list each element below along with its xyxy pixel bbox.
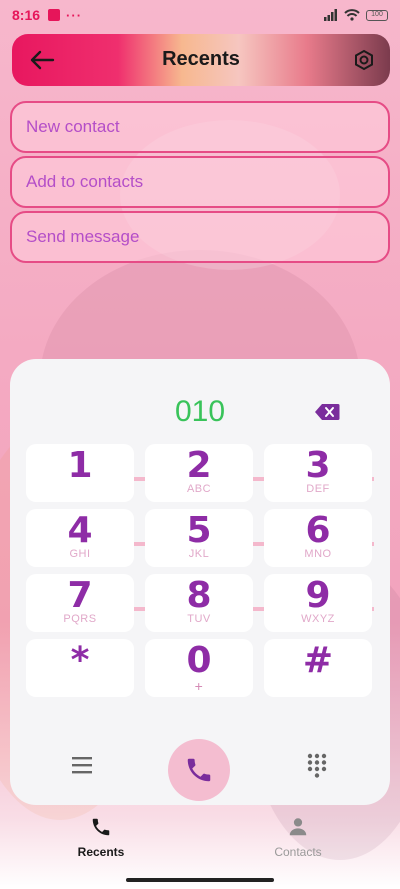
menu-icon <box>72 757 92 774</box>
person-icon <box>289 818 307 836</box>
key-letters: GHI <box>69 548 91 560</box>
new-contact-label: New contact <box>26 117 120 136</box>
key-digit: 8 <box>186 575 212 616</box>
send-message-label: Send message <box>26 227 140 246</box>
key-9[interactable]: 9 WXYZ <box>264 574 372 632</box>
key-7[interactable]: 7 PQRS <box>26 574 134 632</box>
new-contact-button[interactable]: New contact <box>10 101 390 153</box>
key-digit: 0 <box>186 640 212 681</box>
key-0[interactable]: 0 + <box>145 639 253 697</box>
status-time: 8:16 <box>12 7 41 23</box>
header-bar: Recents <box>12 34 390 86</box>
key-digit: # <box>302 640 334 681</box>
key-star[interactable]: * <box>26 639 134 697</box>
key-digit: 5 <box>186 510 212 551</box>
key-5[interactable]: 5 JKL <box>145 509 253 567</box>
battery-icon: 100 <box>366 9 388 21</box>
key-8[interactable]: 8 TUV <box>145 574 253 632</box>
dialpad-icon <box>307 753 327 778</box>
status-bar: 8:16 ··· 100 <box>0 0 400 30</box>
phone-icon <box>92 818 110 836</box>
key-letters: TUV <box>187 613 211 625</box>
call-button[interactable] <box>168 739 230 801</box>
key-4[interactable]: 4 GHI <box>26 509 134 567</box>
send-message-button[interactable]: Send message <box>10 211 390 263</box>
dialpad: 010 1 2 ABC 3 DEF 4 GHI 5 JKL 6 MNO 7 PQ… <box>10 359 390 805</box>
key-digit: 2 <box>186 445 212 486</box>
bottom-nav: Recents Contacts <box>0 812 400 867</box>
key-digit: 6 <box>305 510 331 551</box>
key-letters: + <box>194 678 204 694</box>
key-letters: ABC <box>186 483 212 495</box>
key-digit: 9 <box>305 575 331 616</box>
key-digit: 3 <box>305 445 331 486</box>
menu-button[interactable] <box>70 755 94 779</box>
nav-recents[interactable]: Recents <box>41 816 161 859</box>
key-digit: 4 <box>67 510 93 551</box>
settings-button[interactable] <box>350 46 378 74</box>
key-2[interactable]: 2 ABC <box>145 444 253 502</box>
more-notifications-icon: ··· <box>66 7 83 23</box>
key-3[interactable]: 3 DEF <box>264 444 372 502</box>
home-indicator[interactable] <box>126 878 274 882</box>
dialpad-controls <box>10 739 390 801</box>
page-title: Recents <box>162 48 240 70</box>
key-digit: 7 <box>67 575 93 616</box>
backspace-button[interactable] <box>314 403 340 421</box>
nav-contacts[interactable]: Contacts <box>238 816 358 859</box>
key-letters: DEF <box>306 483 330 495</box>
key-1[interactable]: 1 <box>26 444 134 502</box>
key-letters: MNO <box>304 548 332 560</box>
nav-contacts-label: Contacts <box>274 845 322 859</box>
signal-icon <box>324 9 337 21</box>
key-6[interactable]: 6 MNO <box>264 509 372 567</box>
wifi-icon <box>344 9 360 21</box>
key-digit: * <box>70 640 90 681</box>
gear-icon <box>355 49 373 71</box>
key-letters: PQRS <box>63 613 97 625</box>
key-hash[interactable]: # <box>264 639 372 697</box>
key-letters: WXYZ <box>301 613 335 625</box>
key-digit: 1 <box>67 445 93 486</box>
add-to-contacts-button[interactable]: Add to contacts <box>10 156 390 208</box>
notification-icon <box>48 9 61 21</box>
dialpad-toggle-button[interactable] <box>306 753 328 779</box>
backspace-icon <box>315 404 340 420</box>
key-letters: JKL <box>188 548 210 560</box>
phone-icon <box>187 758 211 782</box>
add-to-contacts-label: Add to contacts <box>26 172 144 191</box>
nav-recents-label: Recents <box>77 845 125 859</box>
